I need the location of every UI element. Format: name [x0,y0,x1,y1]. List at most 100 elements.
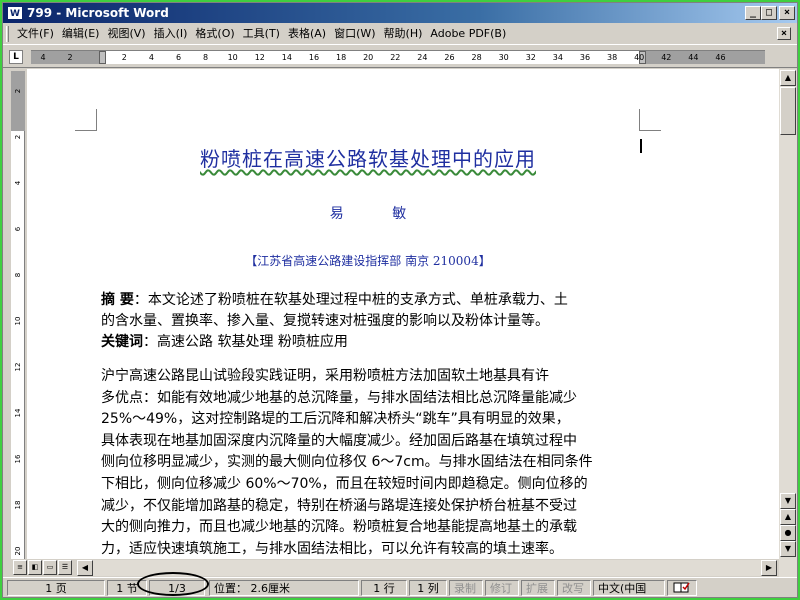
browse-previous-icon[interactable]: ▲ [780,509,796,525]
menu-items: 文件(F) 编辑(E) 视图(V) 插入(I) 格式(O) 工具(T) 表格(A) 窗口(W)… [13,23,510,45]
status-line[interactable]: 1 行 [361,580,407,596]
status-rec[interactable]: 录制 [449,580,483,596]
ruler-tick-label: 36 [579,53,591,62]
menu-item[interactable]: 窗口(W) [330,24,379,44]
ruler-tick-label: 44 [688,53,699,62]
ruler-tick-label: 4 [148,53,154,62]
vertical-scroll-thumb[interactable] [780,87,796,135]
word-app-icon[interactable]: W [7,6,23,20]
body-text-line[interactable]: 力，适应快速填筑施工，与排水固结法相比，可以允许有较高的填土速率。 [101,539,639,560]
document-area[interactable]: 粉喷桩在高速公路软基处理中的应用 易 敏 【江苏省高速公路建设指挥部 南京 21… [27,69,779,577]
vruler-tick-label: 6 [14,226,22,232]
ruler-tick-label: 12 [254,53,265,62]
status-trk[interactable]: 修订 [485,580,519,596]
ruler-tick-label: 14 [281,53,292,62]
ruler-tick-label: 4 [40,53,46,62]
body-text-line[interactable]: 25%～49%，这对控制路堤的工后沉降和解决桥头“跳车”具有明显的效果， [101,409,639,430]
title-bar[interactable]: W 799 - Microsoft Word _ □ × [3,3,797,23]
ruler-tick-label: 24 [417,53,428,62]
abstract-line-1[interactable]: 摘 要：本文论述了粉喷桩在软基处理过程中桩的支承方式、单桩承载力、土 [101,290,639,311]
keywords-line[interactable]: 关键词：高速公路 软基处理 粉喷桩应用 [101,332,639,353]
menu-item[interactable]: 编辑(E) [58,24,104,44]
document-close-button[interactable]: × [777,27,791,40]
status-ovr[interactable]: 改写 [557,580,591,596]
body-text-line[interactable]: 多优点：如能有效地减少地基的总沉降量，与排水固结法相比总沉降量能减少 [101,388,639,409]
vruler-tick-label: 16 [14,454,22,464]
vruler-tick-label: 12 [14,362,22,372]
document-affiliation[interactable]: 【江苏省高速公路建设指挥部 南京 210004】 [97,252,639,269]
status-position[interactable]: 位置： 2.6厘米 [209,580,359,596]
status-page-of[interactable]: 1/3 [149,580,205,596]
ruler-tick-label: 18 [336,53,347,62]
vruler-tick-label: 2 [14,88,22,94]
body-text-line[interactable]: 沪宁高速公路昆山试验段实践证明，采用粉喷桩方法加固软土地基具有许 [101,366,639,387]
status-page[interactable]: 1 页 [7,580,105,596]
menu-item[interactable]: 表格(A) [284,24,330,44]
menu-item[interactable]: 格式(O) [191,24,238,44]
vertical-scrollbar[interactable]: ▲ ▼ ▲ ● ▼ [779,69,797,577]
menu-item[interactable]: Adobe PDF(B) [426,24,510,44]
body-text-line[interactable]: 大的侧向推力，而且也减少地基的沉降。粉喷桩复合地基能提高地基土的承载 [101,517,639,538]
vruler-top-margin [11,71,25,131]
status-language[interactable]: 中文(中国 [593,580,665,596]
close-button[interactable]: × [779,6,795,20]
vruler-tick-label: 20 [14,546,22,556]
status-column[interactable]: 1 列 [409,580,447,596]
menu-bar: 文件(F) 编辑(E) 视图(V) 插入(I) 格式(O) 工具(T) 表格(A) 窗口(W)… [3,23,797,45]
web-layout-view-icon[interactable]: ◧ [28,560,42,575]
ruler-tick-label: 30 [498,53,509,62]
body-text-line[interactable]: 下相比，侧向位移减少 60%～70%，而且在较短时间内即趋稳定。侧向位移的 [101,474,639,495]
status-ext[interactable]: 扩展 [521,580,555,596]
horizontal-scrollbar[interactable]: ◀ ▶ [77,560,777,576]
outline-view-icon[interactable]: ☰ [58,560,72,575]
vruler-tick-label: 14 [14,408,22,418]
vruler-tick-label: 2 [14,134,22,140]
ruler-tick-label: 32 [525,53,536,62]
scroll-down-arrow-icon[interactable]: ▼ [780,493,796,509]
left-indent-marker[interactable] [99,51,106,64]
word-window: W 799 - Microsoft Word _ □ × 文件(F) 编辑(E) 视… [2,2,798,598]
body-text-line[interactable]: 侧向位移明显减少，实测的最大侧向位移仅 6～7cm。与排水固结法在相同条件 [101,452,639,473]
menu-item[interactable]: 插入(I) [150,24,192,44]
menu-item[interactable]: 视图(V) [103,24,149,44]
print-layout-view-icon[interactable]: ▭ [43,560,57,575]
vruler-tick-label: 8 [14,272,22,278]
maximize-button[interactable]: □ [761,6,777,20]
tab-stop-selector[interactable]: L [9,50,23,64]
horizontal-ruler-bar: L 4 2 2 4 6 8 10 12 14 16 18 20 22 24 26 28 30 32 34 36 38 40… [3,46,797,68]
menu-item[interactable]: 工具(T) [239,24,284,44]
document-title[interactable]: 粉喷桩在高速公路软基处理中的应用 [97,143,639,172]
horizontal-ruler[interactable]: 4 2 2 4 6 8 10 12 14 16 18 20 22 24 26 28 30 32 34 36 38 40 42… [31,50,765,64]
select-browse-object-icon[interactable]: ● [780,525,796,541]
menu-item[interactable]: 文件(F) [13,24,58,44]
body-text-line[interactable]: 具体表现在地基加固深度内沉降量的大幅度减少。经加固后路基在填筑过程中 [101,431,639,452]
abstract-line-2[interactable]: 的含水量、置换率、掺入量、复搅转速对桩强度的影响以及粉体计量等。 [101,311,639,332]
scroll-left-arrow-icon[interactable]: ◀ [77,560,93,576]
spell-check-book-icon[interactable] [667,580,697,596]
keywords-label: 关键词 [101,334,143,350]
ruler-tick-label: 42 [661,53,672,62]
menu-grip-handle[interactable] [6,26,9,42]
horizontal-scroll-row: ≡ ◧ ▭ ☰ ◀ ▶ [3,559,779,577]
scroll-right-arrow-icon[interactable]: ▶ [761,560,777,576]
view-buttons: ≡ ◧ ▭ ☰ [13,560,73,575]
browse-next-icon[interactable]: ▼ [780,541,796,557]
ruler-tick-label: 2 [121,53,127,62]
status-bar: 1 页 1 节 1/3 位置： 2.6厘米 1 行 1 列 录制 修订 扩展 改… [3,577,797,597]
status-section[interactable]: 1 节 [107,580,147,596]
ruler-tick-label: 28 [471,53,482,62]
vertical-ruler[interactable]: 2 2 4 6 8 10 12 14 16 18 20 [11,71,25,571]
ruler-tick-label: 40 [634,53,645,62]
body-text-line[interactable]: 减少，不仅能增加路基的稳定，特别在桥涵与路堤连接处保护桥台桩基不受过 [101,496,639,517]
page-corner-mark-right [639,109,661,131]
scroll-up-arrow-icon[interactable]: ▲ [780,70,796,86]
normal-view-icon[interactable]: ≡ [13,560,27,575]
ruler-tick-label: 26 [444,53,455,62]
menu-item[interactable]: 帮助(H) [380,24,427,44]
ruler-tick-label: 16 [308,53,320,62]
ruler-tick-label: 20 [363,53,374,62]
minimize-button[interactable]: _ [745,6,761,20]
ruler-tick-label: 8 [203,53,209,62]
ruler-tick-label: 2 [67,53,73,62]
document-author[interactable]: 易 敏 [97,203,639,223]
